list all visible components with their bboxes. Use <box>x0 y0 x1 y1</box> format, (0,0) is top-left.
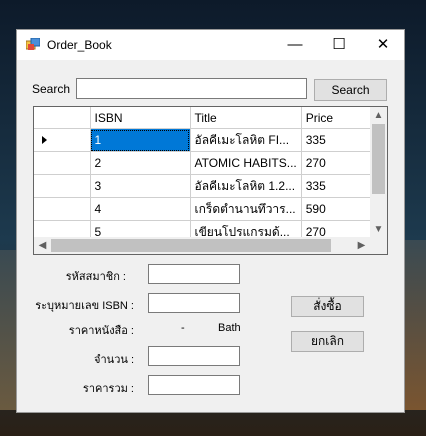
current-row-arrow-icon <box>42 136 47 144</box>
cell-title[interactable]: ATOMIC HABITS... <box>190 151 302 175</box>
title-bar: Order_Book — ☐ ✕ <box>17 30 404 60</box>
order-book-window: Order_Book — ☐ ✕ Search Search ISBN Titl… <box>16 29 405 413</box>
row-header[interactable] <box>34 151 91 175</box>
column-header-title[interactable]: Title <box>190 107 302 129</box>
vertical-scroll-thumb[interactable] <box>372 124 385 194</box>
row-header[interactable] <box>34 197 91 221</box>
row-header-corner <box>34 107 91 129</box>
cancel-button[interactable]: ยกเลิก <box>291 331 364 352</box>
cell-title[interactable]: อัลคีเมะโลหิต 1.2... <box>190 174 302 198</box>
books-grid[interactable]: ISBN Title Price 1 อัลคีเมะโลหิต FI... 3… <box>33 106 388 255</box>
table-row[interactable]: 1 อัลคีเมะโลหิต FI... 335 <box>34 128 383 152</box>
search-button[interactable]: Search <box>314 79 387 101</box>
book-price-value: - <box>181 322 185 334</box>
app-icon <box>26 38 40 50</box>
table-row[interactable]: 3 อัลคีเมะโลหิต 1.2... 335 <box>34 174 383 198</box>
search-label: Search <box>32 82 71 96</box>
member-id-input[interactable] <box>148 264 240 284</box>
scroll-down-icon[interactable]: ▼ <box>370 221 387 238</box>
background-right <box>404 240 426 410</box>
quantity-input[interactable] <box>148 346 240 366</box>
vertical-scrollbar[interactable]: ▲ ▼ <box>370 107 387 238</box>
isbn-input[interactable] <box>148 293 240 313</box>
currency-label: Bath <box>218 322 241 334</box>
table-row[interactable]: 2 ATOMIC HABITS... 270 <box>34 151 383 175</box>
column-header-isbn[interactable]: ISBN <box>90 107 191 129</box>
maximize-icon[interactable]: ☐ <box>317 30 361 60</box>
horizontal-scrollbar[interactable]: ◀ ▶ <box>34 237 370 254</box>
table-row[interactable]: 4 เกร็ดตำนานทึวาร... 590 <box>34 197 383 221</box>
cell-title[interactable]: เกร็ดตำนานทึวาร... <box>190 197 302 221</box>
close-icon[interactable]: ✕ <box>361 30 405 60</box>
cell-isbn[interactable]: 2 <box>90 151 191 175</box>
minimize-icon[interactable]: — <box>273 30 317 60</box>
grid-header-row: ISBN Title Price <box>34 107 383 129</box>
total-input[interactable] <box>148 375 240 395</box>
scroll-right-icon[interactable]: ▶ <box>353 237 370 254</box>
quantity-label: จำนวน : <box>94 354 134 366</box>
member-id-label: รหัสสมาชิก : <box>65 271 126 283</box>
search-input[interactable] <box>76 78 307 99</box>
book-price-label: ราคาหนังสือ : <box>68 325 134 337</box>
horizontal-scroll-thumb[interactable] <box>51 239 331 252</box>
scrollbar-corner <box>370 237 387 254</box>
row-header[interactable] <box>34 128 91 152</box>
total-label: ราคารวม : <box>82 383 134 395</box>
row-header[interactable] <box>34 174 91 198</box>
order-button[interactable]: สั่งซื้อ <box>291 296 364 317</box>
cell-isbn[interactable]: 1 <box>90 128 191 152</box>
cell-isbn[interactable]: 4 <box>90 197 191 221</box>
cell-isbn[interactable]: 3 <box>90 174 191 198</box>
scroll-left-icon[interactable]: ◀ <box>34 237 51 254</box>
window-title: Order_Book <box>47 38 112 52</box>
cell-title[interactable]: อัลคีเมะโลหิต FI... <box>190 128 302 152</box>
scroll-up-icon[interactable]: ▲ <box>370 107 387 124</box>
isbn-label: ระบุหมายเลข ISBN : <box>35 300 134 312</box>
